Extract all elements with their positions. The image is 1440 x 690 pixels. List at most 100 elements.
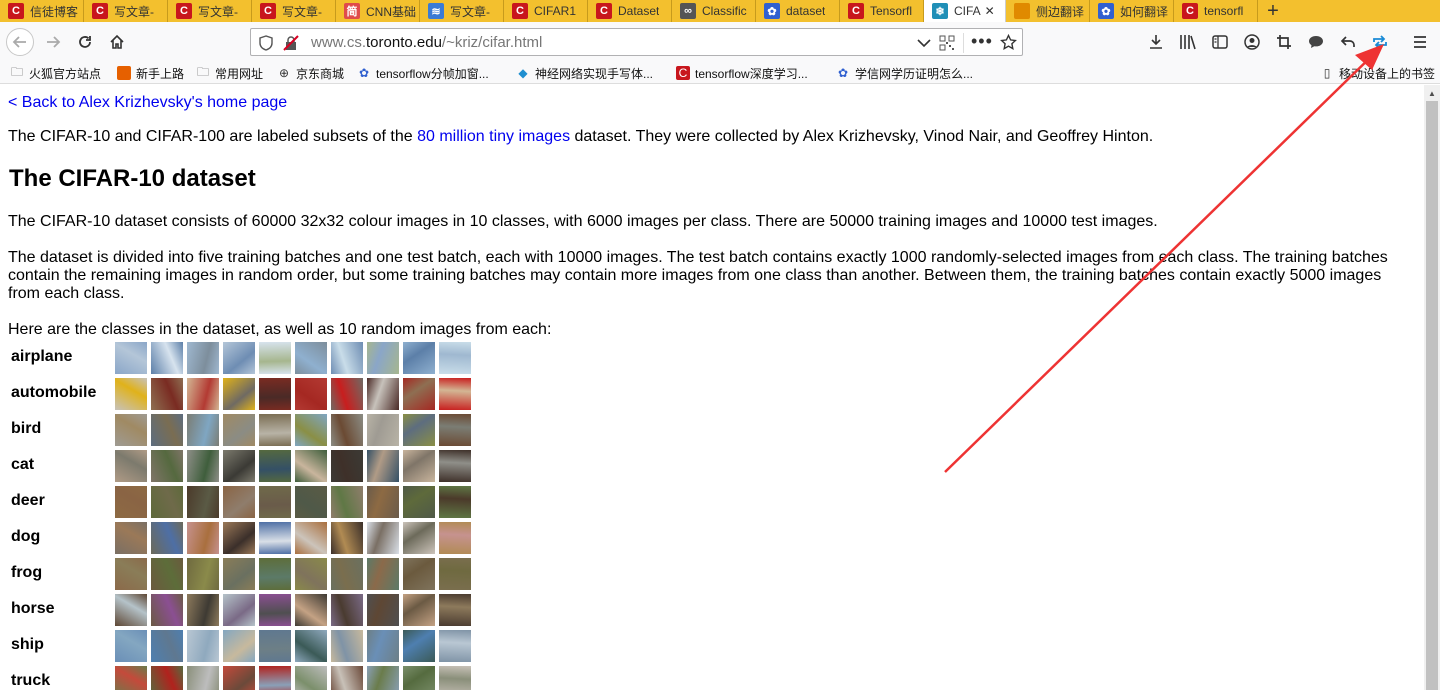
tiny-images-link[interactable]: 80 million tiny images [417, 128, 570, 145]
page-actions-button[interactable]: ••• [971, 31, 993, 52]
class-sample-image [295, 342, 327, 374]
bookmark-item[interactable]: Ctensorflow深度学习... [676, 65, 808, 81]
tab-favicon-icon: 简 [344, 3, 360, 19]
browser-tab[interactable]: 侧边翻译 [1006, 0, 1090, 22]
close-tab-icon[interactable]: ✕ [985, 4, 995, 18]
shield-icon[interactable] [259, 35, 273, 51]
class-sample-image [439, 486, 471, 518]
class-thumbnail-row [115, 342, 471, 374]
bookmark-item[interactable]: 🗀 火狐官方站点 [10, 65, 101, 81]
class-sample-image [259, 666, 291, 690]
scroll-thumb[interactable] [1426, 101, 1438, 690]
bookmark-label: 火狐官方站点 [29, 66, 102, 81]
star-icon[interactable] [1000, 34, 1017, 51]
browser-tab[interactable]: Ctensorfl [1174, 0, 1258, 22]
browser-tab[interactable]: C CIFAR1 [504, 0, 588, 22]
menu-button[interactable] [1407, 30, 1433, 54]
bookmark-item[interactable]: ✿ tensorflow分帧加窗... [357, 65, 489, 81]
class-sample-image [151, 630, 183, 662]
browser-tab[interactable]: ≋ 写文章- [420, 0, 504, 22]
class-sample-image [223, 558, 255, 590]
class-label: deer [11, 492, 45, 509]
vertical-scrollbar[interactable]: ▲ [1424, 85, 1440, 690]
sidebar-button[interactable] [1207, 30, 1233, 54]
back-to-home-link[interactable]: < Back to Alex Krizhevsky's home page [8, 94, 1408, 112]
library-button[interactable] [1175, 30, 1201, 54]
browser-tab[interactable]: ✿ dataset [756, 0, 840, 22]
class-label: ship [11, 636, 44, 653]
class-sample-image [439, 558, 471, 590]
back-button[interactable] [6, 28, 34, 56]
url-bar[interactable]: www.cs.toronto.edu/~kriz/cifar.html ••• [250, 28, 1023, 56]
mobile-bookmarks[interactable]: ▯ 移动设备上的书签 [1320, 65, 1435, 81]
reload-button[interactable] [72, 30, 98, 54]
screenshot-button[interactable] [1271, 30, 1297, 54]
crop-icon [1277, 35, 1291, 49]
insecure-lock-icon[interactable] [283, 35, 299, 51]
tab-label: CNN基础 [366, 4, 416, 19]
browser-tab[interactable]: ❄ CIFA ✕ [924, 0, 1006, 22]
browser-tab[interactable]: ∞ Classific [672, 0, 756, 22]
browser-tab[interactable]: C Dataset [588, 0, 672, 22]
browser-tab[interactable]: ✿ 如何翻译 [1090, 0, 1174, 22]
tab-favicon-icon: ✿ [764, 3, 780, 19]
browser-tab[interactable]: C 信徒博客 [0, 0, 84, 22]
home-icon [110, 34, 124, 49]
class-sample-image [367, 342, 399, 374]
class-sample-image [403, 450, 435, 482]
new-tab-plus-icon[interactable]: + [1258, 0, 1288, 22]
class-sample-image [403, 666, 435, 690]
tab-label: Dataset [618, 4, 660, 18]
class-sample-image [223, 378, 255, 410]
class-sample-image [295, 666, 327, 690]
class-thumbnail-row [115, 522, 471, 554]
translate-extension-button[interactable] [1367, 30, 1393, 54]
firefox-icon [117, 66, 131, 80]
download-button[interactable] [1143, 30, 1169, 54]
intro-paragraph: The CIFAR-10 and CIFAR-100 are labeled s… [8, 128, 1408, 146]
class-sample-image [331, 486, 363, 518]
tab-favicon-icon: C [596, 3, 612, 19]
class-sample-image [187, 666, 219, 690]
class-sample-image [259, 630, 291, 662]
class-sample-image [151, 450, 183, 482]
home-button[interactable] [104, 30, 130, 54]
page-content: < Back to Alex Krizhevsky's home page Th… [0, 85, 1424, 690]
chat-button[interactable] [1303, 30, 1329, 54]
class-sample-image [367, 450, 399, 482]
browser-tab[interactable]: 简 CNN基础 [336, 0, 420, 22]
bookmark-label: 京东商城 [296, 66, 345, 81]
bookmark-item[interactable]: ⊕ 京东商城 [277, 65, 344, 81]
class-sample-image [367, 414, 399, 446]
class-sample-image [115, 450, 147, 482]
class-sample-image [295, 378, 327, 410]
chevron-down-icon[interactable] [917, 37, 931, 49]
class-sample-image [295, 450, 327, 482]
bookmark-label: 神经网络实现手写体... [535, 66, 654, 81]
url-text[interactable]: www.cs.toronto.edu/~kriz/cifar.html [311, 34, 542, 51]
scroll-up-arrow-icon[interactable]: ▲ [1424, 85, 1440, 101]
class-sample-image [223, 630, 255, 662]
bookmark-item[interactable]: ✿ 学信网学历证明怎么... [836, 65, 973, 81]
class-sample-image [115, 558, 147, 590]
class-sample-image [403, 486, 435, 518]
bookmark-item[interactable]: 新手上路 [117, 65, 184, 81]
class-sample-image [439, 414, 471, 446]
class-label: dog [11, 528, 41, 545]
class-sample-image [115, 522, 147, 554]
undo-close-tab-button[interactable] [1335, 30, 1361, 54]
qr-code-icon[interactable] [939, 35, 955, 51]
bookmark-item[interactable]: ◆ 神经网络实现手写体... [516, 65, 653, 81]
account-button[interactable] [1239, 30, 1265, 54]
forward-button[interactable] [40, 30, 66, 54]
bookmark-label: tensorflow深度学习... [695, 66, 808, 81]
bookmark-item[interactable]: 🗀 常用网址 [196, 65, 263, 81]
chat-bubble-icon [1309, 36, 1323, 48]
browser-tab[interactable]: C Tensorfl [840, 0, 924, 22]
browser-tab[interactable]: C 写文章- [84, 0, 168, 22]
browser-tab[interactable]: C 写文章- [168, 0, 252, 22]
browser-tab[interactable]: C 写文章- [252, 0, 336, 22]
class-sample-image [151, 414, 183, 446]
navigation-toolbar: www.cs.toronto.edu/~kriz/cifar.html ••• [0, 22, 1440, 62]
class-sample-image [439, 594, 471, 626]
